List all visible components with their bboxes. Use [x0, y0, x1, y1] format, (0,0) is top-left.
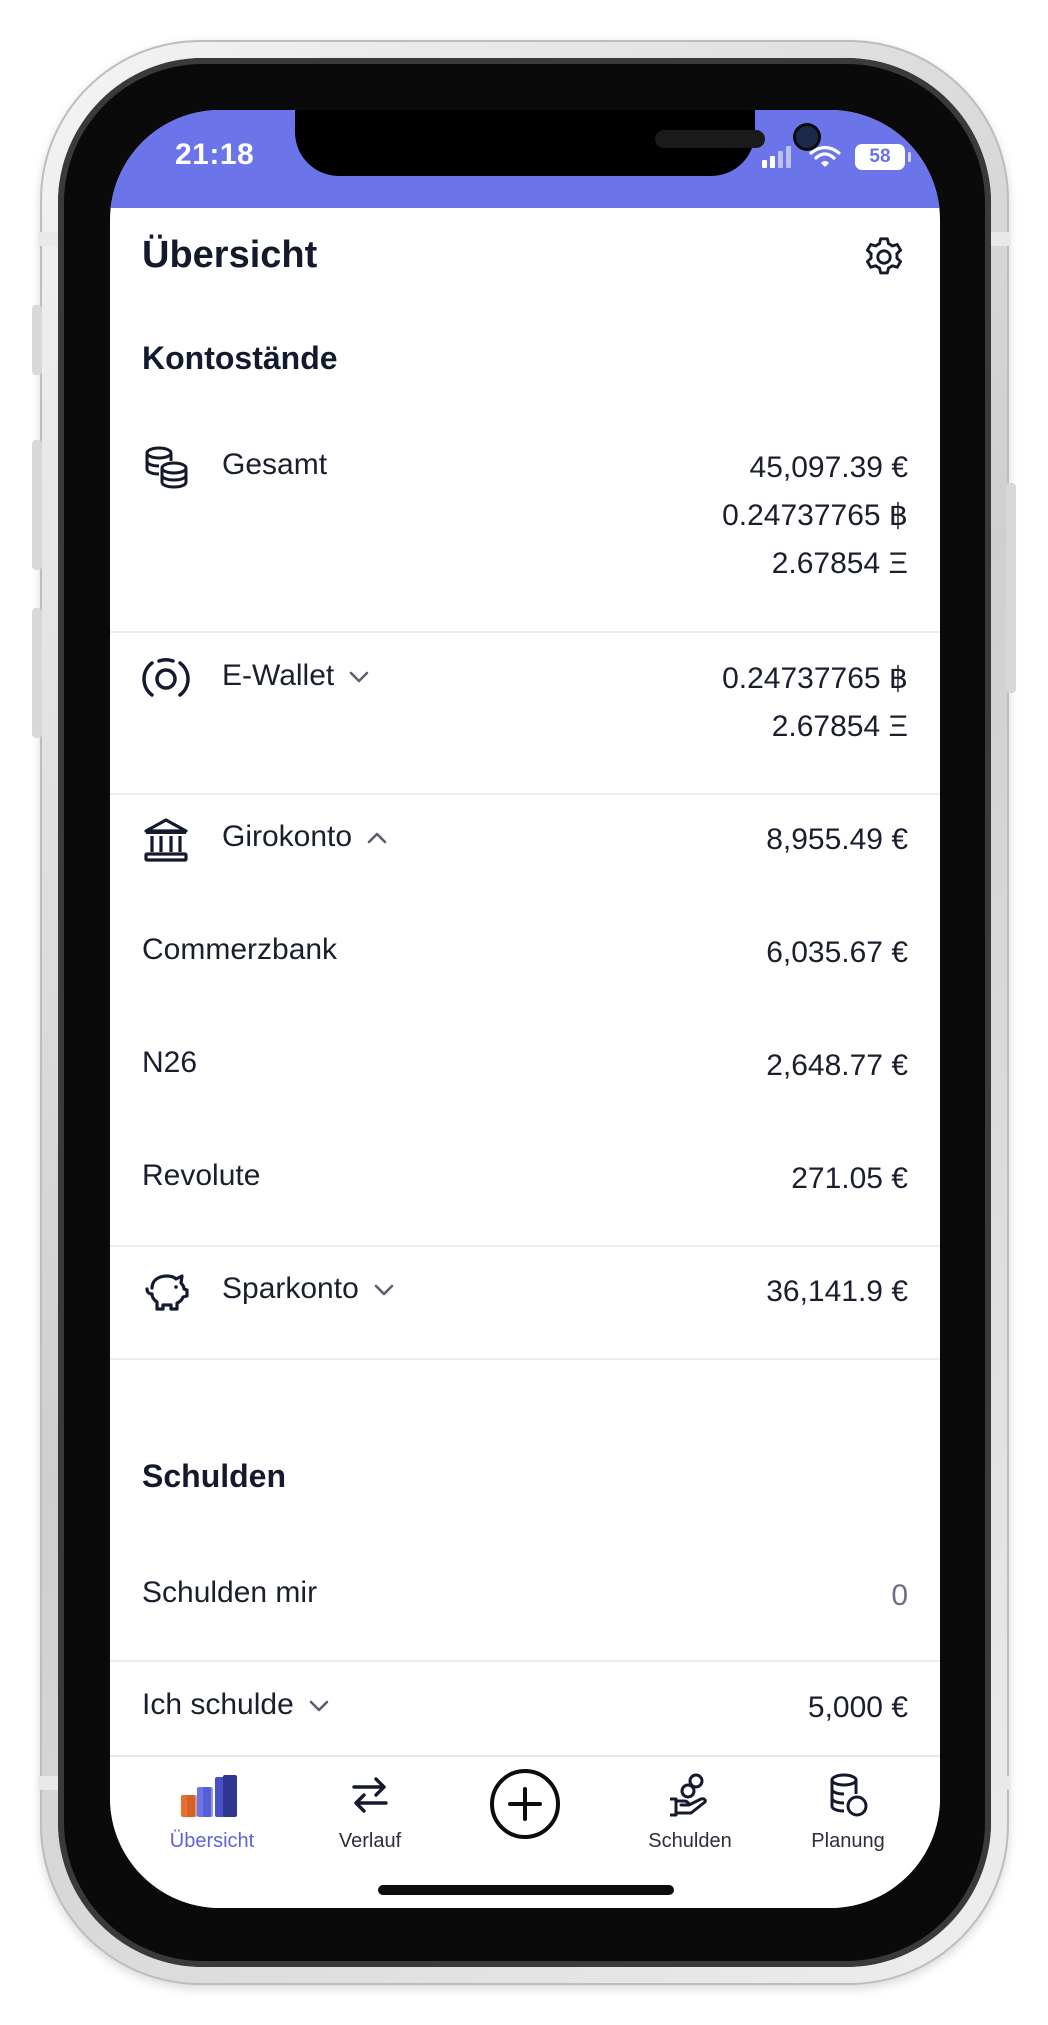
wifi-icon [809, 145, 841, 167]
balance-row-total: Gesamt 45,097.39 € 0.24737765 ฿ 2.67854 … [110, 444, 940, 614]
ewallet-label-text: E-Wallet [222, 659, 335, 692]
subaccount-name: Commerzbank [142, 933, 338, 966]
amount-btc: 0.24737765 ฿ [722, 662, 908, 695]
chevron-down-icon[interactable] [348, 670, 370, 684]
divider [110, 793, 940, 795]
debt-amount: 5,000 € [807, 1691, 908, 1724]
divider [110, 1660, 940, 1662]
subaccount-name: N26 [142, 1046, 198, 1079]
chevron-down-icon[interactable] [373, 1283, 395, 1297]
tab-add[interactable] [455, 1767, 595, 1846]
hand-coins-icon [670, 1773, 707, 1817]
antenna-band [38, 232, 58, 246]
page-title: Übersicht [142, 234, 318, 276]
chevron-down-icon[interactable] [308, 1699, 330, 1713]
debt-label: Ich schulde [142, 1688, 330, 1722]
amount-eur: 45,097.39 € [749, 451, 908, 484]
balance-amounts-total: 45,097.39 € 0.24737765 ฿ 2.67854 Ξ [722, 444, 908, 588]
tab-label: Planung [811, 1830, 885, 1852]
antenna-band [990, 1776, 1010, 1790]
subaccount-amount: 271.05 € [791, 1162, 908, 1195]
subaccount-row[interactable]: N26 2,648.77 € [110, 1042, 940, 1102]
sparkonto-label-text: Sparkonto [222, 1272, 359, 1305]
tab-planning[interactable]: Planung [778, 1771, 918, 1853]
balance-amounts-ewallet: 0.24737765 ฿ 2.67854 Ξ [722, 655, 908, 751]
balance-label-girokonto: Girokonto [222, 820, 388, 854]
arrows-swap-icon [352, 1777, 388, 1813]
balance-label-ewallet: E-Wallet [222, 659, 370, 693]
volume-down-button [32, 608, 42, 738]
bar-chart-icon [181, 1775, 237, 1817]
piggy-bank-icon [145, 1274, 189, 1311]
coins-icon [145, 446, 188, 489]
antenna-band [38, 1776, 58, 1790]
subaccount-amount: 6,035.67 € [766, 936, 908, 969]
speaker [655, 130, 765, 148]
balance-row-girokonto[interactable]: Girokonto 8,955.49 € [110, 816, 940, 876]
divider [110, 631, 940, 633]
front-camera [796, 126, 818, 148]
tab-label: Übersicht [169, 1830, 255, 1852]
amount-eth: 2.67854 Ξ [771, 547, 908, 580]
status-bar: 21:18 58 [110, 110, 940, 208]
divider [110, 1358, 940, 1360]
volume-up-button [32, 440, 42, 570]
debt-label: Schulden mir [142, 1576, 318, 1609]
status-icons: 58 [761, 142, 911, 172]
tab-label: Verlauf [338, 1830, 402, 1852]
mute-switch [32, 305, 42, 375]
section-title-balances: Kontostände [142, 340, 338, 376]
subaccount-amount: 2,648.77 € [766, 1049, 908, 1082]
antenna-band [990, 232, 1010, 246]
tab-history[interactable]: Verlauf [300, 1771, 440, 1853]
screen: 21:18 58 Übersicht Kontostände Gesamt 45… [110, 110, 940, 1908]
bank-icon [144, 818, 188, 862]
divider [110, 1245, 940, 1247]
subaccount-name: Revolute [142, 1159, 261, 1192]
tab-label: Schulden [648, 1830, 732, 1852]
balance-amount-sparkonto: 36,141.9 € [766, 1275, 908, 1308]
debt-amount: 0 [891, 1579, 908, 1612]
chevron-up-icon[interactable] [366, 831, 388, 845]
status-time: 21:18 [175, 138, 255, 171]
power-button [1006, 483, 1016, 693]
battery-indicator: 58 [855, 144, 911, 170]
tab-debts[interactable]: Schulden [620, 1771, 760, 1853]
section-title-debts: Schulden [142, 1458, 287, 1494]
debt-row-owed-to-me[interactable]: Schulden mir 0 [110, 1572, 940, 1632]
debt-row-i-owe[interactable]: Ich schulde 5,000 € [110, 1684, 940, 1744]
cellular-signal-icon [762, 146, 791, 168]
notch [295, 110, 818, 176]
home-indicator[interactable] [378, 1885, 674, 1895]
subaccount-row[interactable]: Commerzbank 6,035.67 € [110, 929, 940, 989]
coin-stack-icon [830, 1773, 868, 1817]
subaccount-row[interactable]: Revolute 271.05 € [110, 1155, 940, 1215]
i-owe-label-text: Ich schulde [142, 1688, 294, 1721]
wallet-icon [142, 657, 190, 697]
gear-icon[interactable] [861, 234, 907, 280]
balance-amount-girokonto: 8,955.49 € [766, 823, 908, 856]
girokonto-label-text: Girokonto [222, 820, 353, 853]
amount-btc: 0.24737765 ฿ [722, 499, 908, 532]
add-circle-icon [490, 1769, 560, 1839]
balance-label-sparkonto: Sparkonto [222, 1272, 395, 1306]
amount-eth: 2.67854 Ξ [771, 710, 908, 743]
balance-label-total: Gesamt [222, 448, 328, 481]
balance-row-sparkonto[interactable]: Sparkonto 36,141.9 € [110, 1268, 940, 1328]
balance-row-ewallet[interactable]: E-Wallet 0.24737765 ฿ 2.67854 Ξ [110, 655, 940, 775]
tab-overview[interactable]: Übersicht [142, 1771, 282, 1853]
